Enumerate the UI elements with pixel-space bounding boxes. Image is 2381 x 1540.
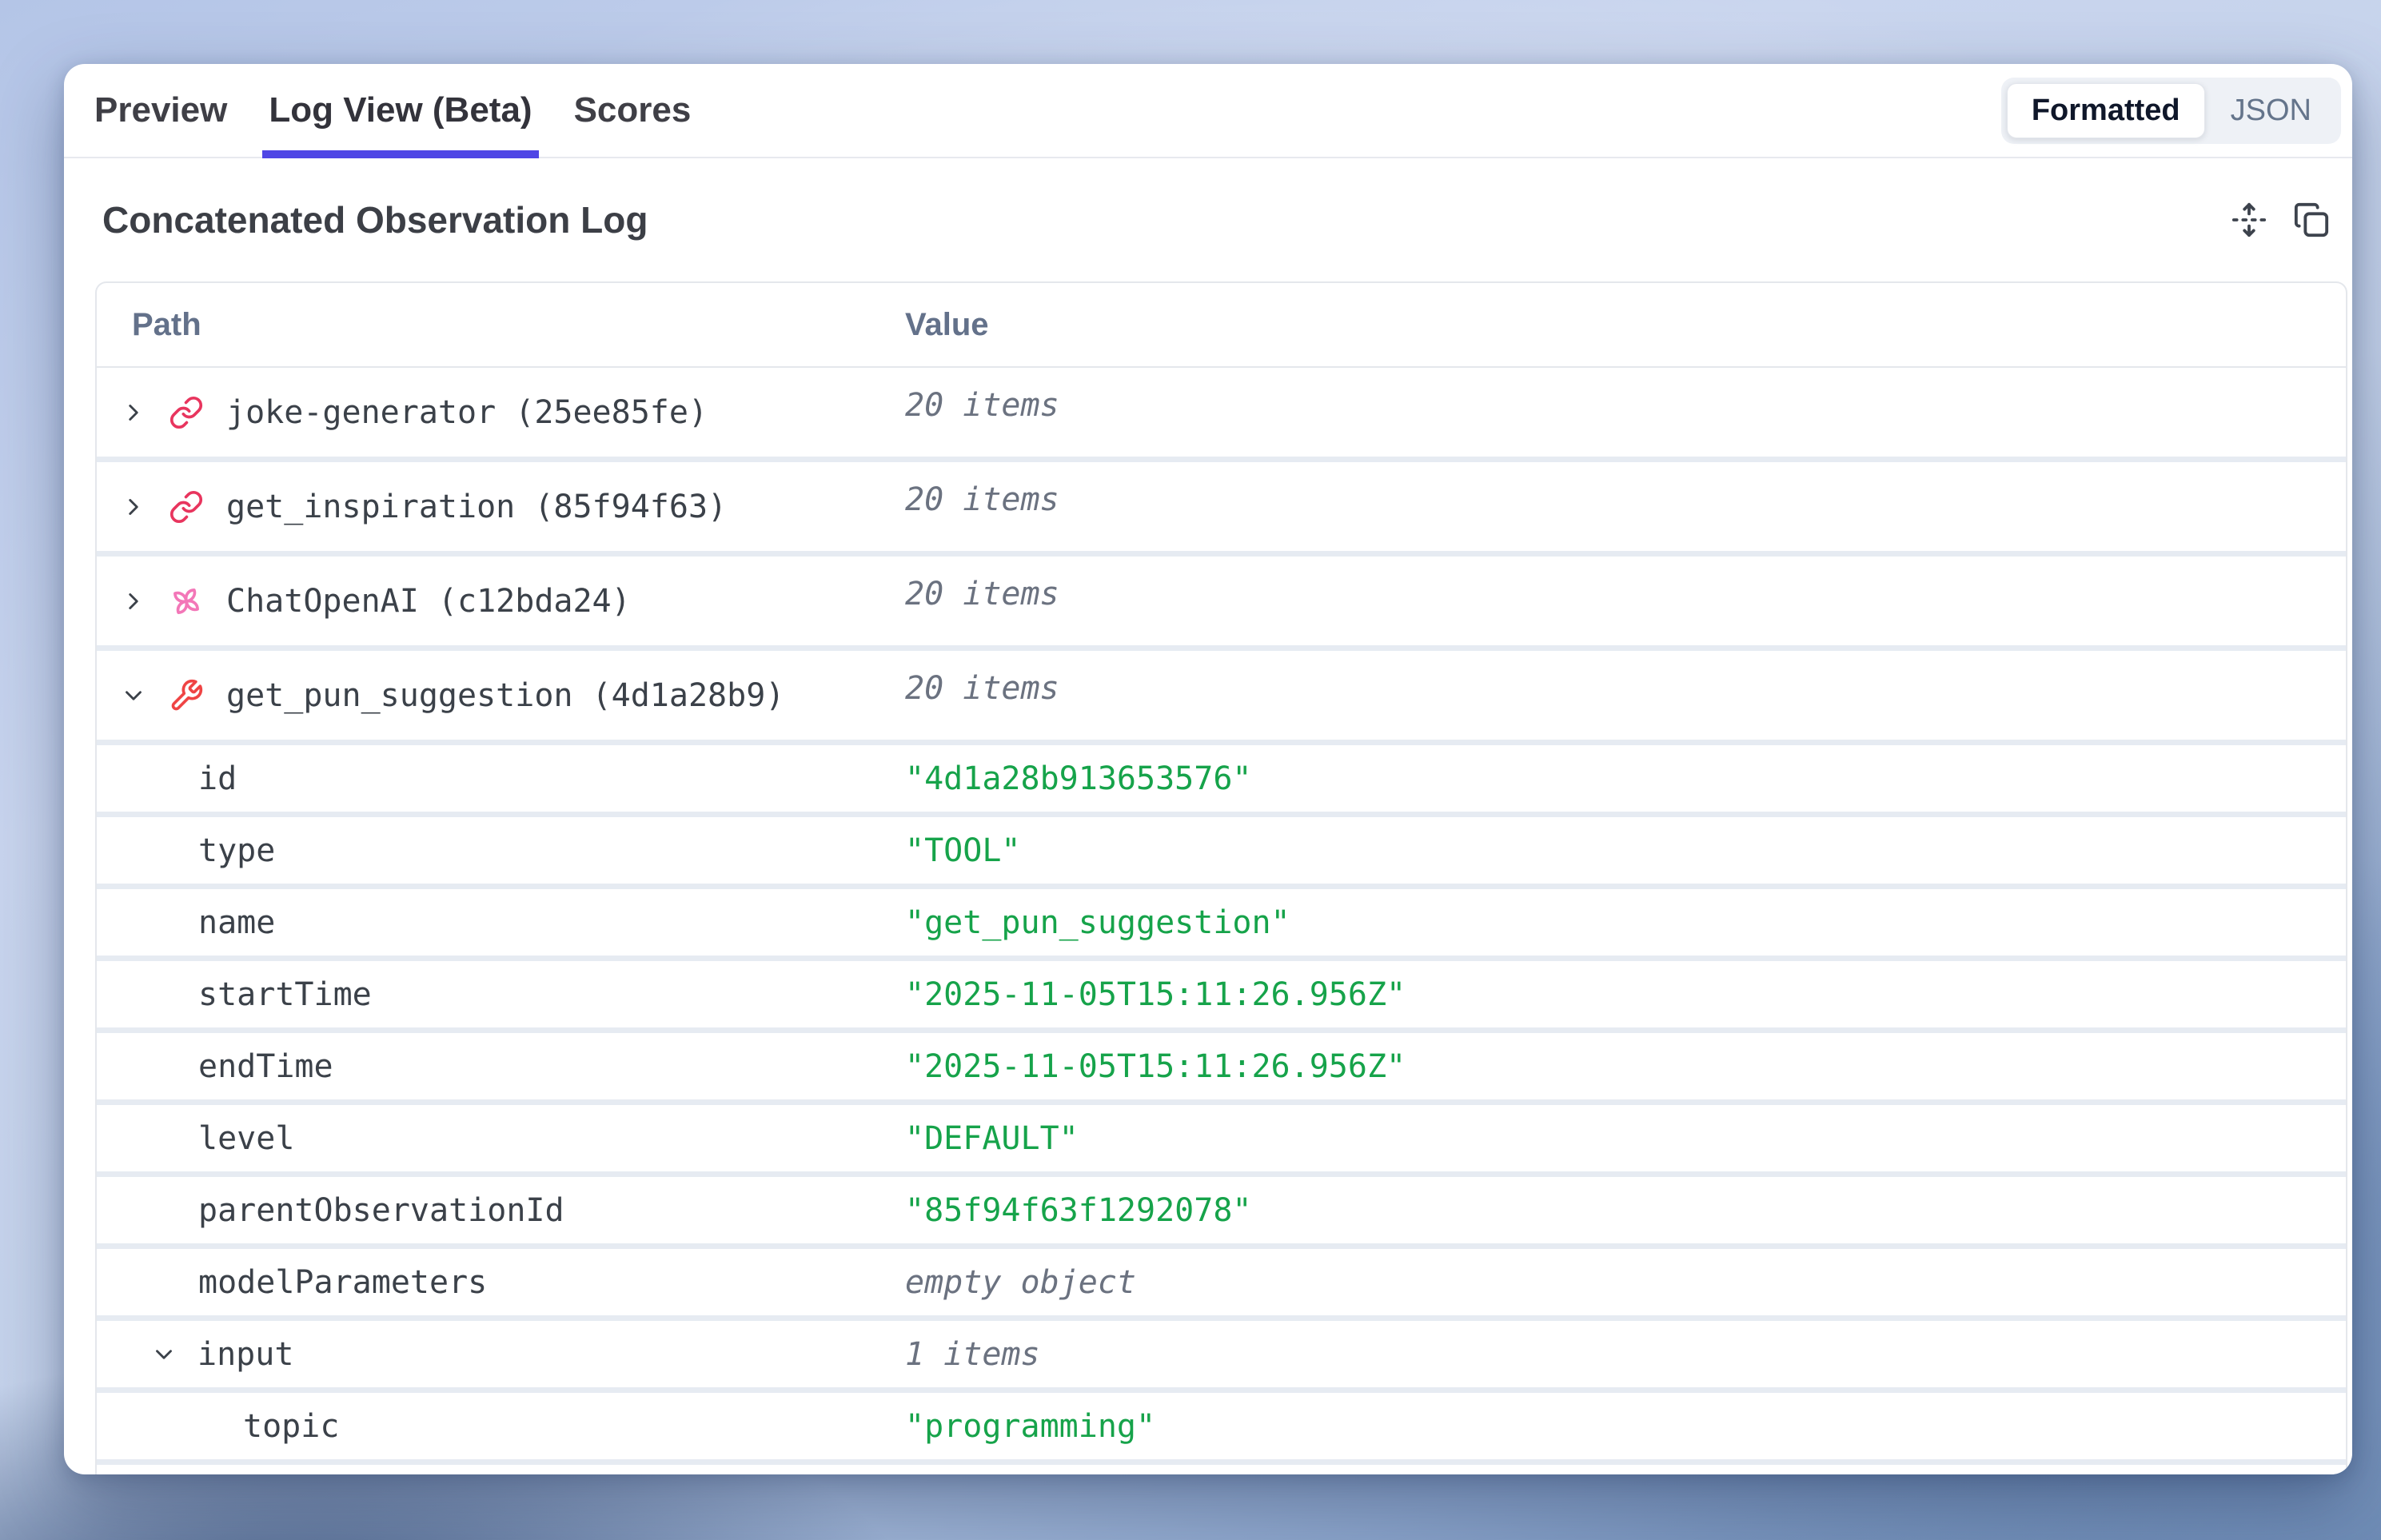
pinwheel-icon (169, 584, 204, 619)
row-value: 20 items (905, 576, 1059, 612)
table-row: endTime "2025-11-05T15:11:26.956Z" (97, 1033, 2346, 1105)
row-path: level (97, 1105, 905, 1171)
table-header-row: Path Value (97, 283, 2346, 368)
row-path: endTime (97, 1033, 905, 1099)
row-value-cell: "get_pun_suggestion" (905, 889, 2346, 956)
row-value-cell: "2025-11-05T15:11:26.956Z" (905, 961, 2346, 1027)
table-body: joke-generator (25ee85fe)20 itemsget_ins… (97, 368, 2346, 1465)
row-value: 1 items (905, 1336, 1040, 1373)
row-path-label: get_inspiration (85f94f63) (226, 489, 727, 525)
table-row: topic "programming" (97, 1393, 2346, 1465)
chevron-down-icon[interactable] (150, 1340, 178, 1369)
row-value-cell: "DEFAULT" (905, 1105, 2346, 1171)
observation-log-table: Path Value joke-generator (25ee85fe) 20 i… (95, 281, 2347, 1474)
row-path-label: parentObservationId (198, 1192, 564, 1229)
link-icon (169, 395, 204, 430)
row-value: 20 items (905, 481, 1059, 518)
row-value-cell: "85f94f63f1292078" (905, 1177, 2346, 1243)
row-value-cell: 20 items (905, 651, 2346, 740)
row-path: input (97, 1321, 905, 1387)
row-value: "2025-11-05T15:11:26.956Z" (905, 1048, 1406, 1085)
row-path-label: startTime (198, 976, 372, 1013)
row-value: 20 items (905, 387, 1059, 424)
row-path: id (97, 745, 905, 812)
tab-log-view-beta[interactable]: Log View (Beta) (269, 64, 532, 157)
copy-icon[interactable] (2291, 200, 2331, 240)
row-value: "programming" (905, 1408, 1155, 1445)
log-view-panel: Preview Log View (Beta) Scores Formatted… (64, 64, 2352, 1474)
row-path-label: name (198, 904, 275, 941)
chevron-down-icon[interactable] (119, 681, 148, 710)
row-path: startTime (97, 961, 905, 1027)
wrench-icon (169, 678, 204, 713)
row-path-label: level (198, 1120, 294, 1157)
row-path: ChatOpenAI (c12bda24) (97, 557, 905, 645)
table-row: parentObservationId "85f94f63f1292078" (97, 1177, 2346, 1249)
table-row: name "get_pun_suggestion" (97, 889, 2346, 961)
row-path-label: modelParameters (198, 1264, 487, 1301)
table-row[interactable]: get_inspiration (85f94f63) 20 items (97, 462, 2346, 557)
row-path: parentObservationId (97, 1177, 905, 1243)
row-path: get_pun_suggestion (4d1a28b9) (97, 651, 905, 740)
row-path-label: endTime (198, 1048, 333, 1085)
column-header-path: Path (97, 283, 905, 366)
row-path: joke-generator (25ee85fe) (97, 368, 905, 457)
row-value-cell: 20 items (905, 462, 2346, 551)
row-value: "TOOL" (905, 832, 1021, 869)
chevron-right-icon[interactable] (119, 398, 148, 427)
row-value-cell: "TOOL" (905, 817, 2346, 884)
tab-scores[interactable]: Scores (574, 64, 692, 157)
row-path-label: get_pun_suggestion (4d1a28b9) (226, 677, 784, 714)
unfold-vertical-icon[interactable] (2229, 200, 2269, 240)
section-title: Concatenated Observation Log (102, 198, 648, 241)
chevron-right-icon[interactable] (119, 493, 148, 521)
format-toggle-formatted[interactable]: Formatted (2007, 83, 2205, 138)
row-path-label: input (197, 1336, 293, 1373)
row-path-label: joke-generator (25ee85fe) (226, 394, 708, 431)
row-path: type (97, 817, 905, 884)
table-row: type "TOOL" (97, 817, 2346, 889)
tab-preview[interactable]: Preview (94, 64, 227, 157)
row-value-cell: "4d1a28b913653576" (905, 745, 2346, 812)
column-header-value: Value (905, 283, 2346, 366)
row-path: name (97, 889, 905, 956)
format-toggle: Formatted JSON (2001, 78, 2341, 144)
row-value-cell: 1 items (905, 1321, 2346, 1387)
section-actions (2229, 200, 2331, 240)
row-value: empty object (905, 1264, 1136, 1301)
format-toggle-json[interactable]: JSON (2207, 84, 2335, 138)
tab-bar: Preview Log View (Beta) Scores Formatted… (64, 64, 2352, 158)
row-value-cell: 20 items (905, 557, 2346, 645)
table-row[interactable]: get_pun_suggestion (4d1a28b9) 20 items (97, 651, 2346, 745)
row-path-label: id (198, 760, 237, 797)
row-value: "4d1a28b913653576" (905, 760, 1251, 797)
chevron-right-icon[interactable] (119, 587, 148, 616)
row-path-label: topic (243, 1408, 339, 1445)
row-value-cell: empty object (905, 1249, 2346, 1315)
row-value: "DEFAULT" (905, 1120, 1079, 1157)
table-row[interactable]: input 1 items (97, 1321, 2346, 1393)
row-value: "get_pun_suggestion" (905, 904, 1290, 941)
table-row: level "DEFAULT" (97, 1105, 2346, 1177)
table-row: id "4d1a28b913653576" (97, 745, 2346, 817)
link-icon (169, 489, 204, 525)
table-row[interactable]: ChatOpenAI (c12bda24) 20 items (97, 557, 2346, 651)
row-value: "85f94f63f1292078" (905, 1192, 1251, 1229)
row-value: 20 items (905, 670, 1059, 707)
row-path: topic (97, 1393, 905, 1459)
row-path-label: type (198, 832, 275, 869)
table-row: modelParameters empty object (97, 1249, 2346, 1321)
row-path: modelParameters (97, 1249, 905, 1315)
table-row: startTime "2025-11-05T15:11:26.956Z" (97, 961, 2346, 1033)
tabs: Preview Log View (Beta) Scores (94, 64, 691, 157)
section-header: Concatenated Observation Log (64, 158, 2352, 281)
table-row[interactable]: joke-generator (25ee85fe) 20 items (97, 368, 2346, 462)
row-value-cell: 20 items (905, 368, 2346, 457)
row-value-cell: "programming" (905, 1393, 2346, 1459)
row-value: "2025-11-05T15:11:26.956Z" (905, 976, 1406, 1013)
row-value-cell: "2025-11-05T15:11:26.956Z" (905, 1033, 2346, 1099)
row-path-label: ChatOpenAI (c12bda24) (226, 583, 631, 620)
row-path: get_inspiration (85f94f63) (97, 462, 905, 551)
